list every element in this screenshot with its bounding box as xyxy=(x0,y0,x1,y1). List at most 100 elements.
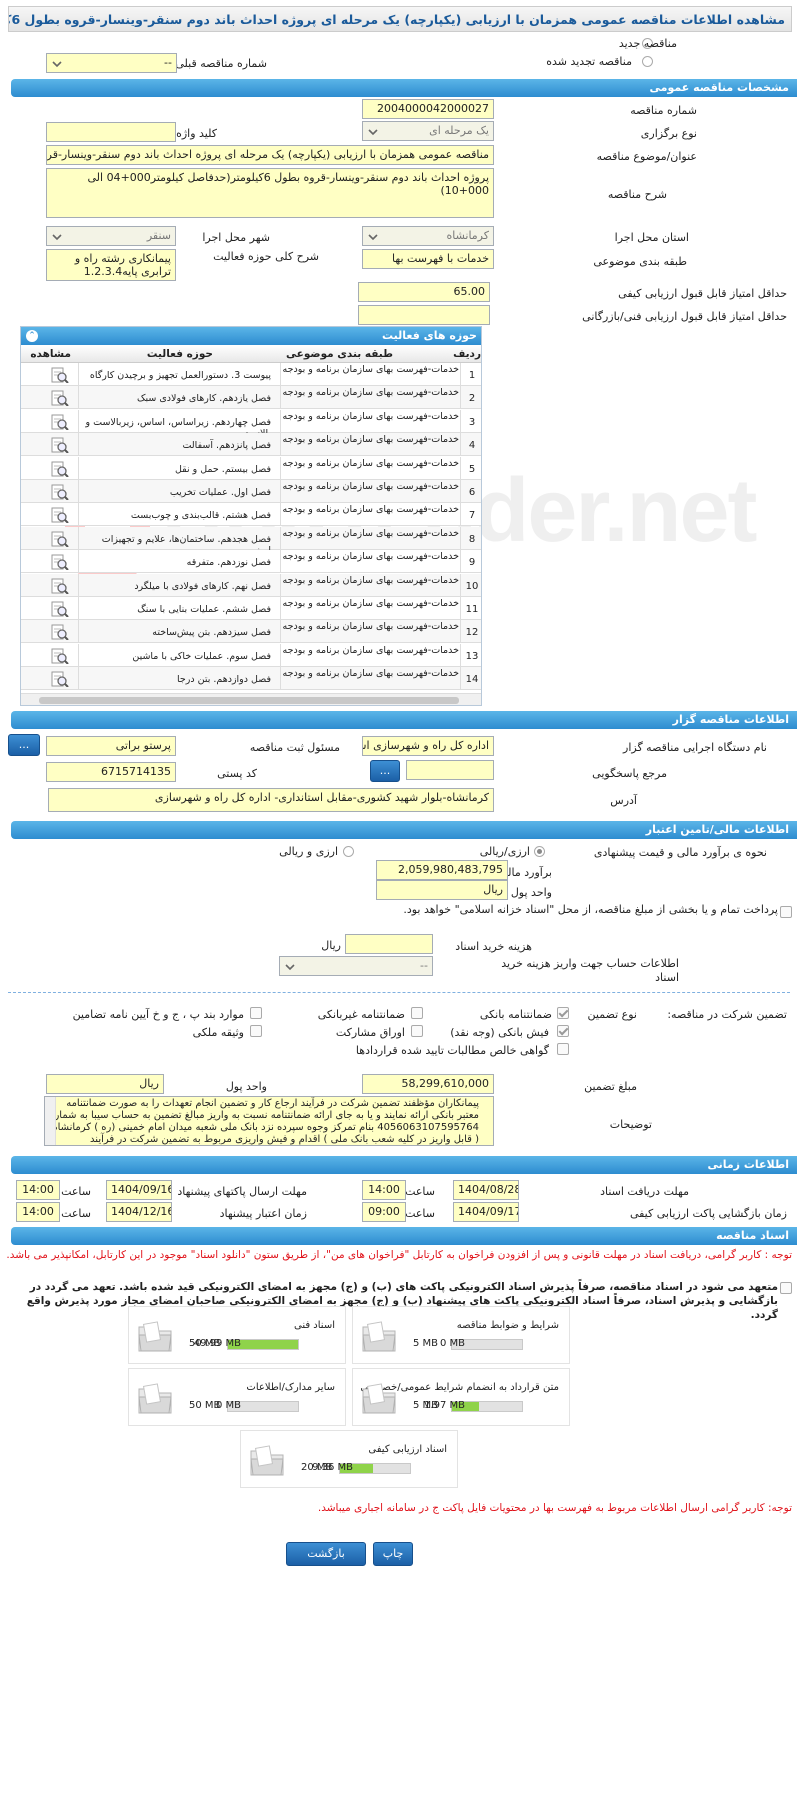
print-button[interactable]: چاپ xyxy=(373,1542,413,1566)
tender-no-field[interactable]: 2004000042000027 xyxy=(362,99,494,119)
doc-file-title: اسناد ارزیابی کیفی xyxy=(368,1444,447,1455)
method-option1-radio[interactable] xyxy=(534,846,545,857)
notes-field[interactable]: پیمانکاران مؤظفند تضمین شرکت در فرآیند ا… xyxy=(44,1096,494,1146)
responsible-field[interactable]: پرستو براتی xyxy=(46,736,176,756)
desc-field[interactable]: پروژه احداث باند دوم سنقر-وینسار-قروه بط… xyxy=(46,168,494,218)
doc-file-used: 1.97 MB xyxy=(424,1400,465,1411)
postal-field[interactable]: 6715714135 xyxy=(46,762,176,782)
bylaw-items-checkbox[interactable] xyxy=(250,1007,262,1019)
valid-time-label: ساعت xyxy=(61,1207,91,1220)
ref-more-button[interactable]: ... xyxy=(370,760,400,782)
column-divider xyxy=(78,386,79,410)
row-category: خدمات-فهرست بهای سازمان برنامه و بودجه xyxy=(282,644,459,656)
bonds-checkbox[interactable] xyxy=(411,1025,423,1037)
row-activity: فصل نوزدهم. متفرقه xyxy=(186,557,271,569)
row-activity: فصل بیستم. حمل و نقل xyxy=(174,463,271,475)
column-divider xyxy=(78,667,79,691)
responsible-more-button[interactable]: ... xyxy=(8,734,40,756)
column-divider xyxy=(78,503,79,527)
view-magnifier-icon[interactable] xyxy=(51,600,69,617)
folder-icon xyxy=(247,1443,287,1479)
row-index: 13 xyxy=(465,650,479,662)
account-value: -- xyxy=(420,959,428,972)
doc-file-box[interactable]: متن قرارداد به انضمام شرایط عمومی/خصوصی … xyxy=(352,1368,570,1426)
view-magnifier-icon[interactable] xyxy=(51,577,69,594)
doc-file-box[interactable]: اسناد فنی 50 MB 49.99 MB xyxy=(128,1306,346,1364)
timing-section-header: اطلاعات زمانی xyxy=(11,1156,797,1174)
collapse-icon[interactable]: ⌃ xyxy=(26,330,38,342)
province-value: کرمانشاه xyxy=(446,229,489,242)
category-field[interactable]: خدمات با فهرست بها xyxy=(362,249,494,269)
doc-cost-field[interactable] xyxy=(345,934,433,954)
send-time-field[interactable]: 14:00 xyxy=(16,1180,60,1200)
doc-file-box[interactable]: اسناد ارزیابی کیفی 20 MB 9.36 MB xyxy=(240,1430,458,1488)
back-button[interactable]: بازگشت xyxy=(286,1542,366,1566)
open-date-field[interactable]: 1404/09/17 xyxy=(453,1202,519,1222)
bank-guarantee-checkbox[interactable] xyxy=(557,1007,569,1019)
view-magnifier-icon[interactable] xyxy=(51,389,69,407)
property-checkbox[interactable] xyxy=(250,1025,262,1037)
host-type-select[interactable]: یک مرحله ای xyxy=(362,121,494,141)
table-row: 7 خدمات-فهرست بهای سازمان برنامه و بودجه ف… xyxy=(21,503,481,527)
account-select[interactable]: -- xyxy=(279,956,433,976)
receive-time-field[interactable]: 14:00 xyxy=(362,1180,406,1200)
view-magnifier-icon[interactable] xyxy=(51,670,69,688)
commitment-checkbox[interactable] xyxy=(780,1282,792,1294)
city-value: سنقر xyxy=(146,229,171,242)
doc-file-box[interactable]: شرایط و ضوابط مناقصه 5 MB 0 MB xyxy=(352,1306,570,1364)
address-field[interactable]: کرمانشاه-بلوار شهید کشوری-مقابل استاندار… xyxy=(48,788,494,812)
min-quality-label: حداقل امتیاز قابل قبول ارزیابی کیفی xyxy=(618,287,787,300)
receive-date-field[interactable]: 1404/08/28 xyxy=(453,1180,519,1200)
column-divider xyxy=(280,456,281,480)
subject-field[interactable]: مناقصه عمومی همزمان با ارزیابی (یکپارچه)… xyxy=(46,145,494,165)
claims-checkbox[interactable] xyxy=(557,1043,569,1055)
view-magnifier-icon[interactable] xyxy=(51,483,69,500)
estimate-field[interactable]: 2,059,980,483,795 xyxy=(376,860,508,880)
activity-desc-field[interactable]: پیمانکاری رشته راه و ترابری پایه1.2.3.4 xyxy=(46,249,176,281)
table-row: 10 خدمات-فهرست بهای سازمان برنامه و بودجه… xyxy=(21,573,481,597)
horizontal-scrollbar[interactable] xyxy=(21,693,481,705)
row-category: خدمات-فهرست بهای سازمان برنامه و بودجه xyxy=(282,410,459,422)
activity-panel: حوزه های فعالیت ⌃ ردیف طبقه بندی موضوعی … xyxy=(20,326,482,706)
ref-field[interactable] xyxy=(406,760,494,780)
scrollbar-thumb[interactable] xyxy=(39,697,459,704)
org-field[interactable]: اداره کل راه و شهرسازی استان کرمانشاه xyxy=(362,736,494,756)
view-magnifier-icon[interactable] xyxy=(51,506,69,524)
view-magnifier-icon[interactable] xyxy=(51,530,69,547)
city-select[interactable]: سنقر xyxy=(46,226,176,246)
keyword-field[interactable] xyxy=(46,122,176,142)
column-divider xyxy=(78,597,79,620)
min-tech-field[interactable] xyxy=(358,305,490,325)
row-index: 12 xyxy=(465,627,479,639)
valid-date-field[interactable]: 1404/12/16 xyxy=(106,1202,172,1222)
treasury-checkbox[interactable] xyxy=(780,906,792,918)
method-option2-radio[interactable] xyxy=(343,846,354,857)
bylaw-items-label: موارد بند پ ، ج و خ آیین نامه تضامین xyxy=(72,1008,244,1021)
notes-scrollbar[interactable] xyxy=(45,1097,56,1145)
view-magnifier-icon[interactable] xyxy=(51,623,69,641)
open-time-field[interactable]: 09:00 xyxy=(362,1202,406,1222)
view-magnifier-icon[interactable] xyxy=(51,413,69,430)
row-index: 14 xyxy=(465,674,479,686)
column-divider xyxy=(280,386,281,410)
activity-table-header: ردیف طبقه بندی موضوعی حوزه فعالیت مشاهده xyxy=(21,345,481,363)
view-magnifier-icon[interactable] xyxy=(51,366,69,383)
amount-currency-field[interactable]: ریال xyxy=(46,1074,164,1094)
currency-field[interactable]: ریال xyxy=(376,880,508,900)
view-magnifier-icon[interactable] xyxy=(51,647,69,664)
prev-tender-no-select[interactable]: -- xyxy=(46,53,177,73)
valid-time-field[interactable]: 14:00 xyxy=(16,1202,60,1222)
doc-file-box[interactable]: سایر مدارک/اطلاعات 50 MB 0 MB xyxy=(128,1368,346,1426)
view-magnifier-icon[interactable] xyxy=(51,436,69,454)
view-magnifier-icon[interactable] xyxy=(51,460,69,477)
doc-cost-label: هزینه خرید اسناد xyxy=(455,940,532,953)
view-magnifier-icon[interactable] xyxy=(51,553,69,571)
renewed-tender-radio[interactable] xyxy=(642,56,653,67)
row-category: خدمات-فهرست بهای سازمان برنامه و بودجه xyxy=(282,668,459,680)
province-select[interactable]: کرمانشاه xyxy=(362,226,494,246)
send-date-field[interactable]: 1404/09/16 xyxy=(106,1180,172,1200)
nonbank-guarantee-checkbox[interactable] xyxy=(411,1007,423,1019)
cash-checkbox[interactable] xyxy=(557,1025,569,1037)
amount-field[interactable]: 58,299,610,000 xyxy=(362,1074,494,1094)
min-quality-field[interactable]: 65.00 xyxy=(358,282,490,302)
